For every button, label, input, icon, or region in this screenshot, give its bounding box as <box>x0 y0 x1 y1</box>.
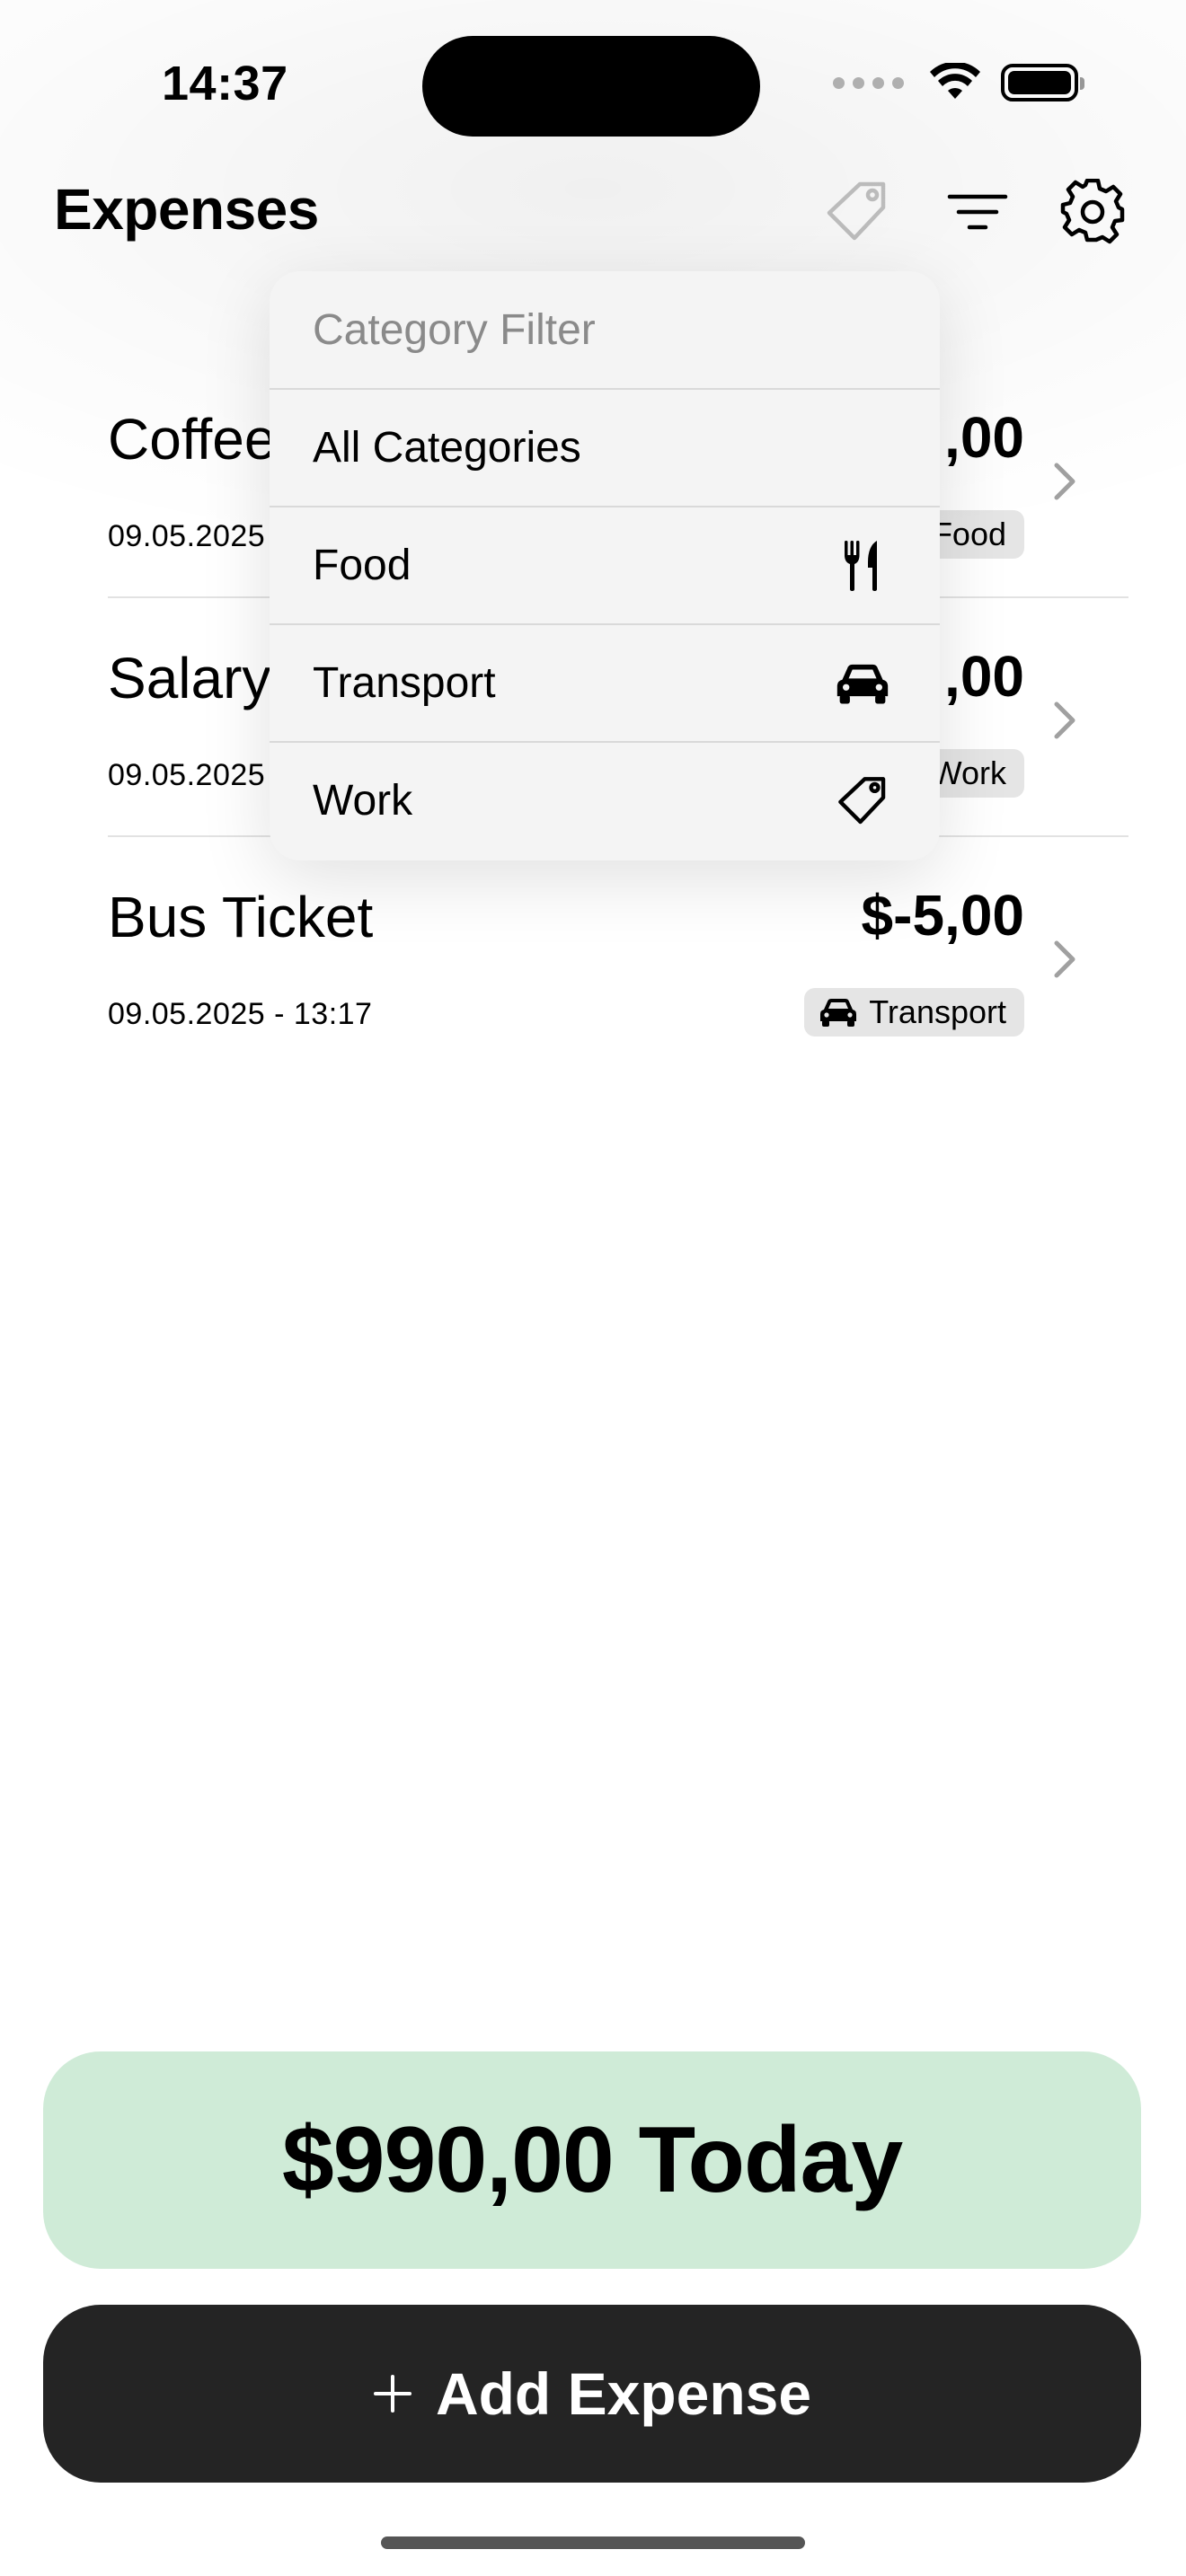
menu-item-work[interactable]: Work <box>270 741 940 859</box>
status-icons <box>833 63 1084 102</box>
car-icon <box>820 999 857 1027</box>
expense-date: 09.05.2025 - 13:17 <box>108 997 373 1031</box>
category-badge: Transport <box>804 988 1024 1037</box>
expense-title: Salary <box>108 646 271 710</box>
car-icon <box>834 655 891 712</box>
chevron-right-icon <box>1054 701 1075 739</box>
expense-date: 09.05.2025 <box>108 519 266 553</box>
fork-knife-icon <box>834 537 891 595</box>
expense-amount: ,00 <box>944 405 1024 470</box>
expense-amount: $-5,00 <box>861 883 1024 948</box>
filter-icon[interactable] <box>938 172 1017 251</box>
daily-total-card: $990,00 Today <box>43 2051 1141 2269</box>
menu-item-label: Food <box>313 542 412 589</box>
tag-icon[interactable] <box>818 172 897 251</box>
expense-amount: ,00 <box>944 644 1024 709</box>
home-indicator[interactable] <box>381 2536 805 2549</box>
expense-row[interactable]: Bus Ticket 09.05.2025 - 13:17 $-5,00 Tra… <box>0 837 1186 1076</box>
add-expense-label: Add Expense <box>435 2360 812 2427</box>
menu-item-label: Transport <box>313 659 496 707</box>
expense-title: Coffee <box>108 407 277 472</box>
category-filter-menu: Category Filter All Categories Food Tran… <box>270 271 940 860</box>
page-title: Expenses <box>54 177 319 242</box>
plus-icon <box>373 2375 412 2413</box>
menu-item-label: All Categories <box>313 424 581 472</box>
battery-icon <box>1001 64 1084 101</box>
expense-date: 09.05.2025 <box>108 758 266 792</box>
menu-header: Category Filter <box>313 305 596 354</box>
chevron-right-icon <box>1054 463 1075 500</box>
menu-item-transport[interactable]: Transport <box>270 623 940 741</box>
cellular-signal-icon <box>833 76 904 89</box>
gear-icon[interactable] <box>1053 172 1132 251</box>
tag-icon <box>834 772 891 830</box>
menu-item-label: Work <box>313 777 413 825</box>
chevron-right-icon <box>1054 940 1075 978</box>
menu-item-food[interactable]: Food <box>270 506 940 623</box>
dynamic-island <box>422 36 760 137</box>
status-time: 14:37 <box>162 57 288 110</box>
menu-item-all-categories[interactable]: All Categories <box>270 388 940 506</box>
expenses-screen: 14:37 Expenses Coffee 09.05.2025 ,00 Foo… <box>0 0 1186 2576</box>
add-expense-button[interactable]: Add Expense <box>43 2305 1141 2483</box>
wifi-icon <box>930 63 980 99</box>
expense-title: Bus Ticket <box>108 885 374 949</box>
